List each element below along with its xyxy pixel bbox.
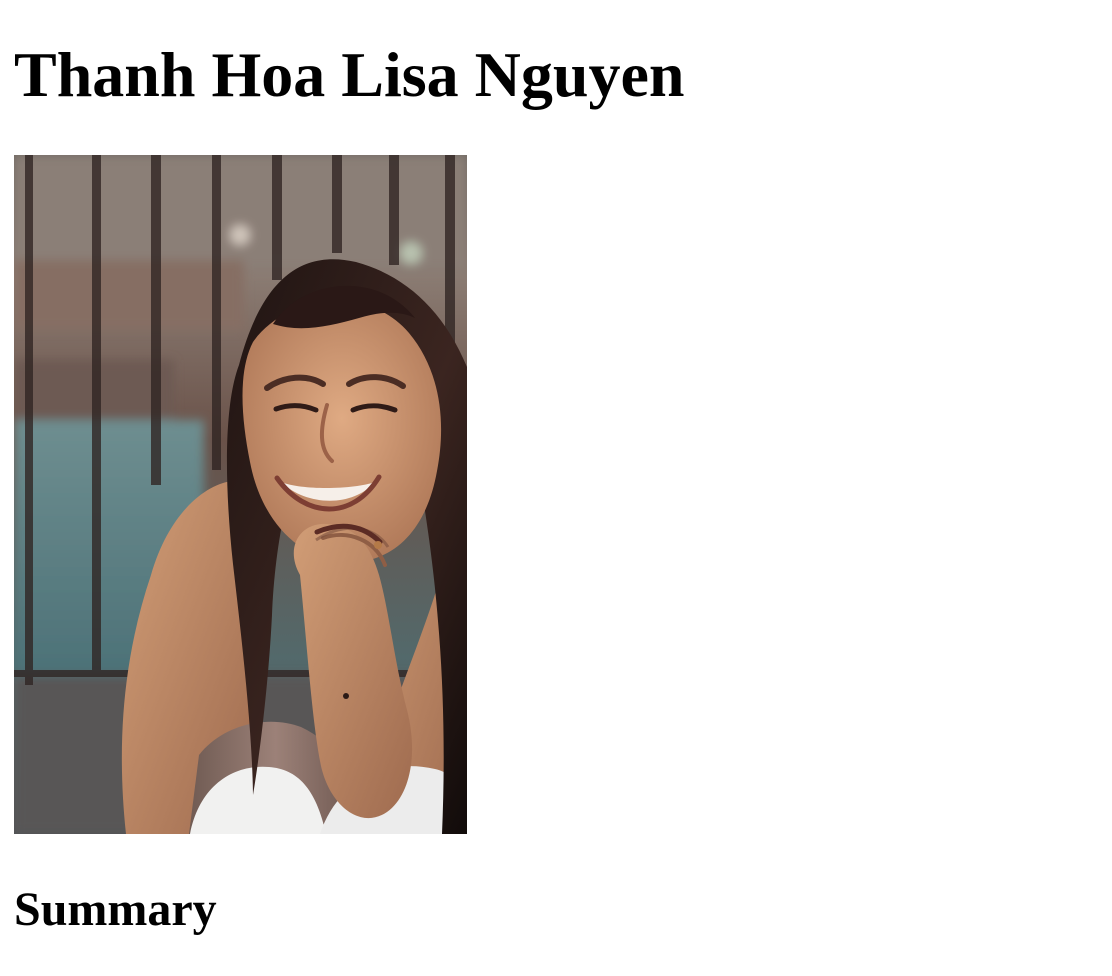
portrait-image <box>14 155 467 834</box>
summary-heading: Summary <box>14 883 217 936</box>
page-title: Thanh Hoa Lisa Nguyen <box>14 39 685 110</box>
profile-page: Thanh Hoa Lisa Nguyen Summary <box>0 0 1112 976</box>
profile-photo <box>14 155 467 834</box>
